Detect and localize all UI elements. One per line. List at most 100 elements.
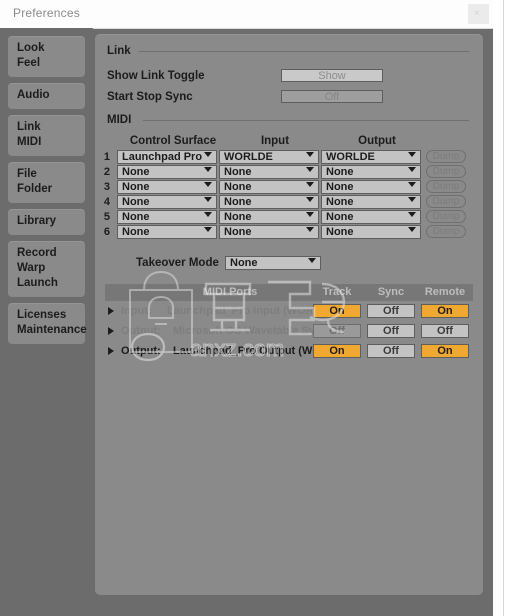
midi-row-number: 6	[103, 226, 110, 238]
window-right-gutter	[493, 0, 510, 616]
sidebar-item-link[interactable]: Link	[8, 120, 85, 135]
chevron-down-icon	[408, 167, 416, 172]
expand-triangle-icon[interactable]	[108, 347, 114, 355]
control-surface-value: None	[122, 166, 150, 178]
table-row[interactable]: Output: Launchpad_Pro Output (WORLDE On …	[105, 341, 473, 361]
midi-input-select[interactable]: None	[219, 210, 319, 224]
midi-input-select[interactable]: WORLDE	[219, 150, 319, 164]
midi-input-select[interactable]: None	[219, 195, 319, 209]
column-header-control-surface: Control Surface	[129, 135, 217, 147]
control-surface-value: None	[122, 181, 150, 193]
midi-output-select[interactable]: None	[321, 195, 421, 209]
sync-toggle[interactable]: Off	[367, 324, 415, 338]
sidebar-item-folder[interactable]: Folder	[8, 182, 85, 197]
column-header-remote: Remote	[424, 286, 466, 298]
midi-input-value: None	[224, 181, 252, 193]
show-link-toggle-button[interactable]: Show	[281, 69, 383, 82]
expand-triangle-icon[interactable]	[108, 307, 114, 315]
dump-button[interactable]: Dump	[426, 195, 466, 208]
dump-button[interactable]: Dump	[426, 165, 466, 178]
sidebar-item-record[interactable]: Record	[8, 246, 85, 261]
control-surface-value: Launchpad Pro	[122, 151, 203, 163]
midi-row-number: 3	[103, 181, 110, 193]
midi-input-value: WORLDE	[224, 151, 273, 163]
chevron-down-icon	[204, 182, 212, 187]
midi-output-value: None	[326, 196, 354, 208]
sidebar-item-maintenance[interactable]: Maintenance	[8, 323, 87, 338]
midi-input-select[interactable]: None	[219, 180, 319, 194]
chevron-down-icon	[306, 212, 314, 217]
control-surface-select[interactable]: None	[117, 180, 217, 194]
close-icon: ×	[474, 8, 480, 19]
dump-button[interactable]: Dump	[426, 225, 466, 238]
midi-input-value: None	[224, 226, 252, 238]
control-surface-select[interactable]: None	[117, 165, 217, 179]
remote-toggle[interactable]: Off	[421, 324, 469, 338]
sidebar-item-library[interactable]: Library	[8, 214, 85, 229]
track-toggle[interactable]: Off	[313, 324, 361, 338]
table-row[interactable]: Input: Launchpad_Pro Input (WORLDE ) On …	[105, 301, 473, 321]
preferences-window: Preferences × Look Feel Audio Link MIDI …	[0, 0, 493, 616]
takeover-mode-select[interactable]: None	[225, 256, 321, 270]
midi-input-value: None	[224, 166, 252, 178]
chevron-down-icon	[408, 152, 416, 157]
window-title: Preferences	[13, 6, 80, 20]
control-surface-value: None	[122, 226, 150, 238]
close-button[interactable]: ×	[468, 4, 489, 24]
expand-triangle-icon[interactable]	[108, 327, 114, 335]
sidebar-item-launch[interactable]: Launch	[8, 276, 85, 291]
control-surface-select[interactable]: None	[117, 210, 217, 224]
sidebar-group-look-feel: Look Feel	[8, 36, 85, 77]
midi-output-select[interactable]: None	[321, 165, 421, 179]
column-header-midi-ports: MIDI Ports	[202, 286, 258, 298]
sidebar-item-licenses[interactable]: Licenses	[8, 308, 85, 323]
chevron-down-icon	[204, 212, 212, 217]
control-surface-value: None	[122, 211, 150, 223]
midi-row-number: 2	[103, 166, 110, 178]
port-direction: Output:	[121, 345, 161, 357]
sidebar-item-file[interactable]: File	[8, 167, 85, 182]
remote-toggle[interactable]: On	[421, 344, 469, 358]
midi-output-select[interactable]: None	[321, 180, 421, 194]
midi-ports-table: MIDI Ports Track Sync Remote Input: Laun…	[105, 284, 473, 361]
sidebar-item-audio[interactable]: Audio	[8, 88, 85, 103]
sidebar-group-file-folder: File Folder	[8, 162, 85, 203]
chevron-down-icon	[204, 152, 212, 157]
track-toggle[interactable]: On	[313, 344, 361, 358]
midi-input-select[interactable]: None	[219, 225, 319, 239]
link-section-rule	[139, 51, 469, 52]
column-header-input: Input	[260, 135, 290, 147]
control-surface-select[interactable]: None	[117, 225, 217, 239]
control-surface-select[interactable]: Launchpad Pro	[117, 150, 217, 164]
midi-output-select[interactable]: None	[321, 210, 421, 224]
midi-input-select[interactable]: None	[219, 165, 319, 179]
midi-output-value: None	[326, 166, 354, 178]
dump-button[interactable]: Dump	[426, 180, 466, 193]
chevron-down-icon	[204, 167, 212, 172]
port-direction: Output:	[121, 325, 161, 337]
remote-toggle[interactable]: On	[421, 304, 469, 318]
sync-toggle[interactable]: Off	[367, 304, 415, 318]
midi-output-select[interactable]: WORLDE	[321, 150, 421, 164]
sidebar-item-midi[interactable]: MIDI	[8, 135, 85, 150]
preferences-sidebar: Look Feel Audio Link MIDI File Folder Li…	[0, 28, 93, 616]
chevron-down-icon	[308, 258, 316, 263]
sidebar-item-look[interactable]: Look	[8, 41, 85, 56]
sidebar-group-library: Library	[8, 209, 85, 235]
dump-button[interactable]: Dump	[426, 150, 466, 163]
chevron-down-icon	[408, 212, 416, 217]
sync-toggle[interactable]: Off	[367, 344, 415, 358]
column-header-track: Track	[322, 286, 352, 298]
midi-output-value: WORLDE	[326, 151, 375, 163]
window-edge-line	[503, 0, 504, 616]
table-row[interactable]: Output: Microsoft GS Wavetable Synth Off…	[105, 321, 473, 341]
sidebar-item-warp[interactable]: Warp	[8, 261, 85, 276]
chevron-down-icon	[306, 197, 314, 202]
midi-output-select[interactable]: None	[321, 225, 421, 239]
start-stop-sync-button[interactable]: Off	[281, 90, 383, 103]
track-toggle[interactable]: On	[313, 304, 361, 318]
dump-button[interactable]: Dump	[426, 210, 466, 223]
column-header-sync: Sync	[377, 286, 405, 298]
control-surface-select[interactable]: None	[117, 195, 217, 209]
sidebar-item-feel[interactable]: Feel	[8, 56, 85, 71]
